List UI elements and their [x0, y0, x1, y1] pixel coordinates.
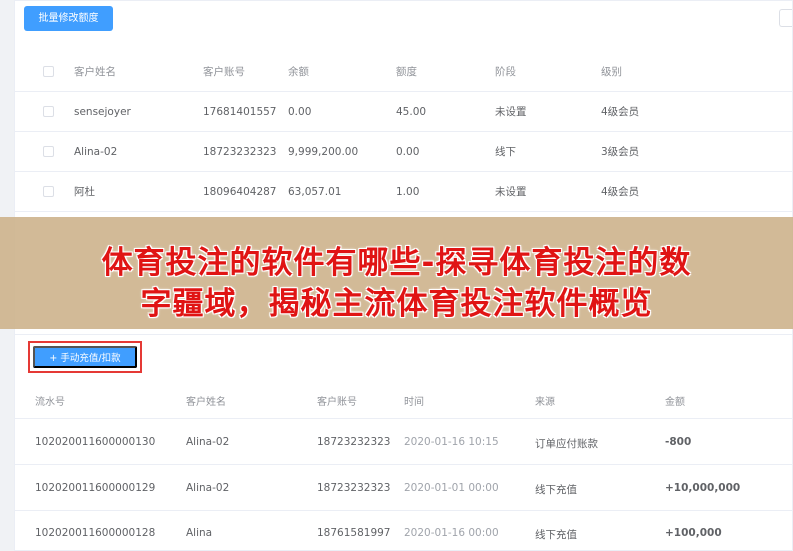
col-header-source: 来源	[535, 397, 555, 408]
col-header-account: 客户账号	[317, 397, 357, 408]
transaction-table-header: 流水号 客户姓名 客户账号 时间 来源 金额	[15, 379, 793, 419]
cell-amount: +10,000,000	[665, 482, 741, 494]
title-overlay-banner: 体育投注的软件有哪些-探寻体育投注的数 字疆域，揭秘主流体育投注软件概览	[0, 217, 793, 329]
col-header-level: 级别	[601, 66, 622, 78]
table-row[interactable]: sensejoyer 17681401557 0.00 45.00 未设置 4级…	[15, 92, 793, 132]
cell-time: 2020-01-16 00:00	[404, 527, 499, 539]
cell-stage: 未设置	[495, 186, 527, 198]
cell-account: 17681401557	[203, 106, 277, 118]
table-row[interactable]: 102020011600000128 Alina 18761581997 202…	[15, 511, 793, 551]
transaction-panel: + 手动充值/扣款 流水号 客户姓名 客户账号 时间 来源 金额 1020200…	[14, 334, 793, 551]
col-header-quota: 额度	[396, 66, 417, 78]
cell-name: Alina-02	[186, 482, 230, 494]
cell-serial: 102020011600000130	[35, 436, 156, 448]
select-all-checkbox[interactable]	[43, 66, 54, 77]
col-header-time: 时间	[404, 397, 424, 408]
cell-account: 18723232323	[203, 146, 277, 158]
cell-quota: 1.00	[396, 186, 420, 198]
col-header-serial: 流水号	[35, 397, 65, 408]
row-checkbox[interactable]	[43, 146, 54, 157]
cell-source: 订单应付账款	[535, 438, 598, 450]
cell-account: 18761581997	[317, 527, 391, 539]
recharge-button-highlight: + 手动充值/扣款	[28, 341, 142, 373]
table-row[interactable]: 阿杜 18096404287 63,057.01 1.00 未设置 4级会员	[15, 172, 793, 212]
cell-name: Alina	[186, 527, 213, 539]
cell-account: 18096404287	[203, 186, 277, 198]
col-header-amount: 金额	[665, 397, 685, 408]
corner-control[interactable]	[779, 9, 792, 27]
cell-account: 18723232323	[317, 482, 391, 494]
cell-amount: +100,000	[665, 527, 722, 539]
banner-title: 体育投注的软件有哪些-探寻体育投注的数 字疆域，揭秘主流体育投注软件概览	[0, 243, 793, 325]
table-header: 客户姓名 客户账号 余额 额度 阶段 级别	[15, 52, 793, 92]
cell-name: Alina-02	[74, 146, 118, 158]
cell-source: 线下充值	[535, 484, 577, 496]
table-row[interactable]: 102020011600000129 Alina-02 18723232323 …	[15, 465, 793, 511]
cell-amount: -800	[665, 436, 692, 448]
cell-balance: 63,057.01	[288, 186, 342, 198]
cell-serial: 102020011600000129	[35, 482, 156, 494]
cell-source: 线下充值	[535, 529, 577, 541]
col-header-name: 客户姓名	[186, 397, 226, 408]
cell-time: 2020-01-16 10:15	[404, 436, 499, 448]
cell-quota: 0.00	[396, 146, 420, 158]
manual-recharge-deduct-button[interactable]: + 手动充值/扣款	[33, 346, 137, 368]
cell-time: 2020-01-01 00:00	[404, 482, 499, 494]
banner-title-line-1: 体育投注的软件有哪些-探寻体育投注的数	[101, 245, 692, 281]
col-header-stage: 阶段	[495, 66, 516, 78]
cell-balance: 0.00	[288, 106, 312, 118]
row-checkbox[interactable]	[43, 106, 54, 117]
table-row[interactable]: 102020011600000130 Alina-02 18723232323 …	[15, 419, 793, 465]
cell-name: sensejoyer	[74, 106, 131, 118]
cell-level: 4级会员	[601, 106, 640, 118]
row-checkbox[interactable]	[43, 186, 54, 197]
col-header-account: 客户账号	[203, 66, 245, 78]
cell-stage: 线下	[495, 146, 516, 158]
table-row[interactable]: Alina-02 18723232323 9,999,200.00 0.00 线…	[15, 132, 793, 172]
cell-level: 3级会员	[601, 146, 640, 158]
col-header-balance: 余额	[288, 66, 309, 78]
cell-name: 阿杜	[74, 186, 95, 198]
cell-level: 4级会员	[601, 186, 640, 198]
cell-name: Alina-02	[186, 436, 230, 448]
cell-serial: 102020011600000128	[35, 527, 156, 539]
cell-balance: 9,999,200.00	[288, 146, 359, 158]
cell-quota: 45.00	[396, 106, 427, 118]
cell-account: 18723232323	[317, 436, 391, 448]
cell-stage: 未设置	[495, 106, 527, 118]
banner-title-line-2: 字疆域，揭秘主流体育投注软件概览	[140, 286, 653, 322]
col-header-name: 客户姓名	[74, 66, 116, 78]
batch-edit-quota-button[interactable]: 批量修改额度	[24, 6, 113, 31]
